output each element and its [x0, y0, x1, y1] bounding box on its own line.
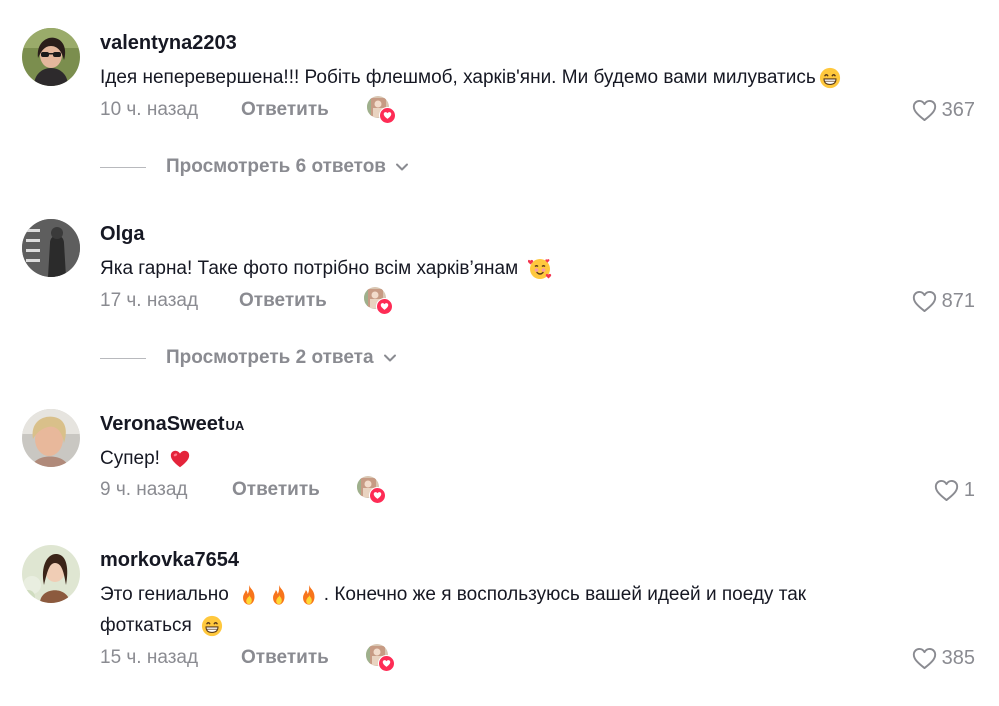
chevron-down-icon — [382, 350, 398, 366]
divider — [100, 357, 146, 359]
like-button[interactable]: 385 — [911, 644, 975, 672]
comment-time: 10 ч. назад — [100, 99, 199, 120]
red-heart-icon — [169, 448, 191, 470]
avatar[interactable] — [22, 545, 80, 603]
fire-icon — [268, 584, 290, 606]
heart-icon — [373, 492, 382, 499]
comment-text: Супер! — [100, 443, 920, 474]
like-button[interactable]: 871 — [911, 287, 975, 315]
heart-outline-icon — [911, 645, 938, 672]
like-count: 385 — [941, 646, 975, 669]
heart-icon — [380, 303, 389, 310]
avatar[interactable] — [22, 409, 80, 467]
reply-button[interactable]: Ответить — [239, 290, 327, 312]
creator-liked-badge — [364, 287, 393, 315]
comment-time: 9 ч. назад — [100, 479, 188, 500]
grin-emoji-icon — [819, 67, 841, 89]
avatar[interactable] — [22, 28, 80, 86]
smiling-face-with-hearts-icon — [528, 257, 552, 281]
username[interactable]: valentyna2203 — [100, 32, 237, 55]
heart-icon — [382, 660, 391, 667]
comment-text: Ідея неперевершена!!! Робіть флешмоб, ха… — [100, 62, 920, 93]
view-replies-button[interactable]: Просмотреть 6 ответов — [100, 155, 410, 179]
like-count: 1 — [963, 478, 975, 501]
heart-outline-icon — [911, 97, 938, 124]
username[interactable]: Olga — [100, 223, 144, 246]
reply-button[interactable]: Ответить — [232, 479, 320, 501]
like-count: 367 — [941, 98, 975, 121]
like-count: 871 — [941, 289, 975, 312]
comment-text: Яка гарна! Таке фото потрібно всім харкі… — [100, 253, 920, 284]
grin-emoji-icon — [201, 615, 223, 637]
divider — [100, 166, 146, 168]
chevron-down-icon — [394, 159, 410, 175]
username[interactable]: morkovka7654 — [100, 549, 239, 572]
creator-liked-badge — [357, 476, 386, 504]
comment-text: Это гениально. Конечно же я воспользуюсь… — [100, 584, 807, 637]
view-replies-button[interactable]: Просмотреть 2 ответа — [100, 346, 398, 370]
heart-outline-icon — [933, 477, 960, 504]
username[interactable]: VeronaSweetUA — [100, 413, 244, 436]
fire-icon — [298, 584, 320, 606]
like-button[interactable]: 367 — [911, 96, 975, 124]
heart-icon — [383, 112, 392, 119]
fire-icon — [238, 584, 260, 606]
heart-outline-icon — [911, 288, 938, 315]
like-button[interactable]: 1 — [933, 476, 975, 504]
reply-button[interactable]: Ответить — [241, 647, 329, 669]
comment-time: 15 ч. назад — [100, 647, 199, 668]
comment-time: 17 ч. назад — [100, 290, 199, 311]
creator-liked-badge — [367, 96, 396, 124]
reply-button[interactable]: Ответить — [241, 99, 329, 121]
creator-liked-badge — [366, 644, 395, 672]
avatar[interactable] — [22, 219, 80, 277]
